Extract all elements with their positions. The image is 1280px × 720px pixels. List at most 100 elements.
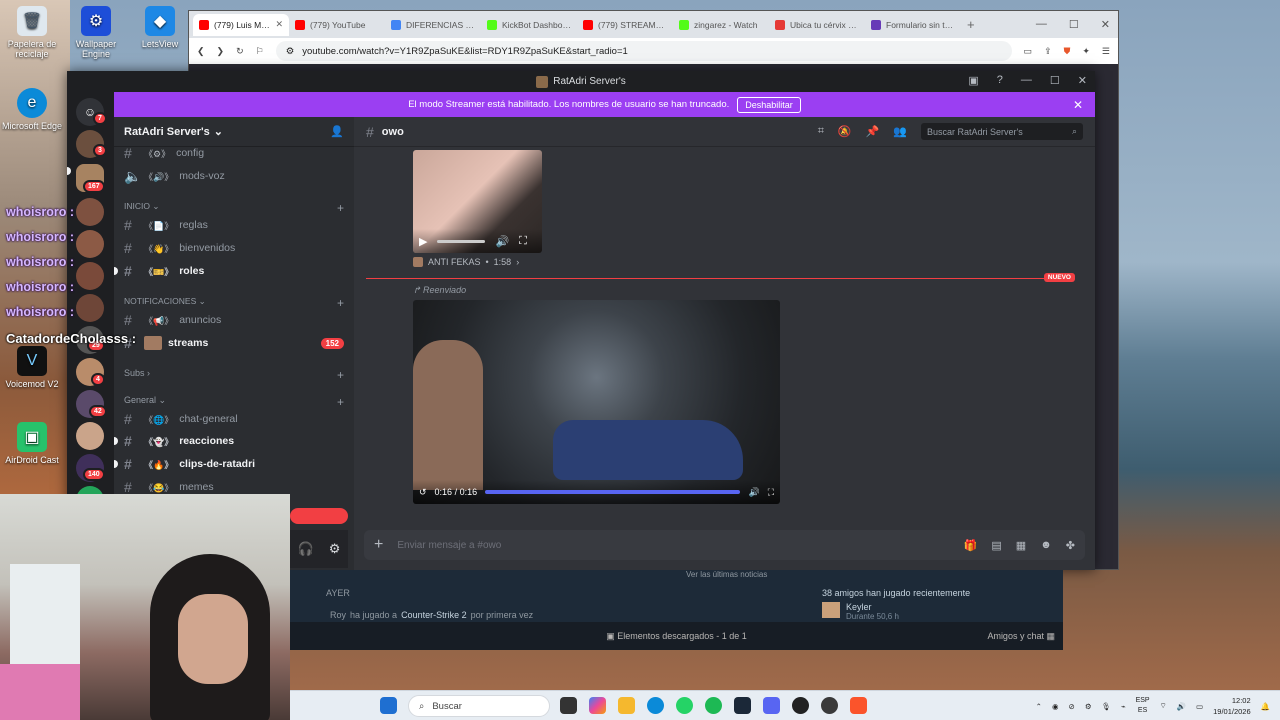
volume-icon[interactable]: 🔊 — [495, 235, 509, 248]
minimize-icon[interactable]: — — [1021, 74, 1032, 87]
emoji-icon[interactable]: ☻ — [1040, 539, 1052, 552]
gif-icon[interactable]: ▤ — [991, 539, 1001, 552]
video-embed-1[interactable]: ▶ 🔊 ⛶ — [413, 150, 542, 253]
video-embed-2[interactable]: ↺ 0:16 / 0:16 🔊 ⛶ — [413, 300, 780, 504]
desktop-icon-airdroid[interactable]: ▣ AirDroid Cast — [0, 422, 64, 465]
add-channel-icon[interactable]: + — [337, 368, 344, 382]
brave-shield-icon[interactable]: ⛊ — [1064, 46, 1071, 57]
friend-row[interactable]: Keyler Durante 50,6 h — [822, 602, 899, 621]
copilot-icon[interactable] — [589, 697, 606, 714]
tab-zingarez[interactable]: zingarez - Watch — [673, 14, 769, 36]
message-composer[interactable]: + Enviar mensaje a #owo 🎁 ▤ ▦ ☻ ✤ — [364, 530, 1085, 560]
threads-icon[interactable]: ⌗ — [818, 125, 824, 138]
discord-icon[interactable] — [763, 697, 780, 714]
wifi-icon[interactable]: ⌔ — [1160, 701, 1167, 711]
progress-bar[interactable] — [437, 239, 486, 243]
tray-app-icon[interactable]: ◉ — [1052, 702, 1059, 711]
desktop-icon-letsview[interactable]: ◆ LetsView — [128, 6, 192, 49]
start-icon[interactable] — [380, 697, 397, 714]
channel-reglas[interactable]: # 《📄》 reglas — [124, 215, 344, 235]
add-channel-icon[interactable]: + — [337, 395, 344, 409]
menu-icon[interactable]: ☰ — [1102, 46, 1110, 57]
headphones-icon[interactable]: 🎧 — [298, 541, 314, 557]
category-inicio[interactable]: INICIO ⌄ + — [124, 201, 344, 215]
tray-app-icon[interactable]: ⊘ — [1069, 702, 1075, 711]
tab-youtube[interactable]: (779) YouTube — [289, 14, 385, 36]
news-link[interactable]: Ver las últimas noticias — [686, 570, 767, 579]
settings-gear-icon[interactable]: ⚙ — [329, 541, 341, 557]
tab-diferencias[interactable]: DIFERENCIAS ENT... — [385, 14, 481, 36]
task-view-icon[interactable] — [560, 697, 577, 714]
guild-avatar[interactable] — [76, 294, 104, 322]
maximize-icon[interactable]: ☐ — [1050, 74, 1060, 87]
language-indicator[interactable]: ESP ES — [1136, 696, 1150, 716]
play-icon[interactable]: ▶ — [419, 235, 427, 248]
guild-avatar[interactable] — [76, 198, 104, 226]
help-icon[interactable]: ? — [997, 74, 1003, 87]
screenshot-icon[interactable]: ▭ — [1024, 46, 1033, 57]
url-field[interactable]: ⚙ youtube.com/watch?v=Y1R9ZpaSuKE&list=RD… — [275, 41, 1012, 61]
downloads-bar[interactable]: ▣ Elementos descargados - 1 de 1 — [290, 622, 1063, 650]
attach-plus-icon[interactable]: + — [374, 536, 383, 554]
desktop-icon-recycle-bin[interactable]: 🗑 Papelera de reciclaje — [0, 6, 64, 59]
sticker-icon[interactable]: ▦ — [1016, 539, 1026, 552]
new-tab-button[interactable]: + — [967, 17, 975, 32]
add-channel-icon[interactable]: + — [337, 296, 344, 310]
brave-icon[interactable] — [850, 697, 867, 714]
battery-icon[interactable]: ▭ — [1196, 702, 1203, 711]
obs-icon[interactable] — [792, 697, 809, 714]
guild-avatar[interactable] — [76, 422, 104, 450]
fullscreen-icon[interactable]: ⛶ — [768, 487, 774, 498]
progress-bar[interactable] — [485, 490, 741, 494]
steam-icon[interactable] — [734, 697, 751, 714]
channel-streams[interactable]: # streams 152 — [124, 333, 344, 353]
tab-youtube-luis[interactable]: (779) Luis Mig... ✕ — [193, 13, 289, 36]
tray-app-icon[interactable]: ⌁ — [1121, 702, 1126, 711]
bookmark-icon[interactable]: ⚐ — [256, 46, 264, 57]
desktop-icon-edge[interactable]: e Microsoft Edge — [0, 88, 64, 131]
channel-roles[interactable]: # 《🎫》 roles — [124, 261, 344, 281]
channel-clips-de-ratadri[interactable]: # 《🔥》 clips-de-ratadri — [124, 454, 344, 474]
apps-icon[interactable]: ✤ — [1066, 539, 1075, 552]
close-icon[interactable]: ✕ — [1101, 18, 1110, 31]
forward-icon[interactable]: ❯ — [217, 46, 225, 57]
channel-chat-general[interactable]: # 《🌐》 chat-general — [124, 409, 344, 429]
channel-bienvenidos[interactable]: # 《👋》 bienvenidos — [124, 238, 344, 258]
guild-avatar[interactable] — [76, 262, 104, 290]
edge-icon[interactable] — [647, 697, 664, 714]
tab-kickbot[interactable]: KickBot Dashboar... — [481, 14, 577, 36]
desktop-icon-voicemod[interactable]: V Voicemod V2 — [0, 346, 64, 389]
channel-mods-voz[interactable]: 🔈 《🔊》 mods-voz — [124, 166, 344, 186]
clock[interactable]: 12:02 19/01/2026 — [1213, 695, 1251, 717]
tray-app-icon[interactable]: ⚙ — [1085, 702, 1092, 711]
disable-streamer-button[interactable]: Deshabilitar — [737, 96, 801, 113]
close-icon[interactable]: ✕ — [275, 19, 283, 30]
members-icon[interactable]: 👥 — [893, 125, 907, 138]
mute-bell-icon[interactable]: 🔕 — [838, 125, 852, 138]
tab-streamers[interactable]: (779) STREAMERS... — [577, 14, 673, 36]
replay-icon[interactable]: ↺ — [419, 487, 427, 498]
close-icon[interactable]: ✕ — [1073, 98, 1083, 112]
channel-config[interactable]: # 《⚙》 config — [124, 143, 344, 163]
tab-cervix[interactable]: Ubica tu cérvix e... — [769, 14, 865, 36]
volume-icon[interactable]: 🔊 — [1177, 702, 1186, 711]
fullscreen-icon[interactable]: ⛶ — [519, 235, 527, 248]
inbox-icon[interactable]: ▣ — [968, 74, 978, 87]
desktop-icon-wallpaper-engine[interactable]: ⚙ Wallpaper Engine — [64, 6, 128, 59]
reload-icon[interactable]: ↻ — [236, 46, 244, 57]
volume-icon[interactable]: 🔊 — [748, 487, 759, 498]
add-channel-icon[interactable]: + — [337, 201, 344, 215]
category-notificaciones[interactable]: NOTIFICACIONES ⌄ + — [124, 296, 344, 310]
extensions-icon[interactable]: ✦ — [1082, 46, 1090, 57]
guild-avatar[interactable] — [76, 230, 104, 258]
friends-chat-button[interactable]: Amigos y chat ▦ — [987, 631, 1055, 642]
activity-game[interactable]: Counter-Strike 2 — [401, 610, 467, 620]
spotify-icon[interactable] — [705, 697, 722, 714]
whatsapp-icon[interactable] — [676, 697, 693, 714]
chevron-up-icon[interactable]: ⌃ — [1036, 702, 1042, 711]
category-general[interactable]: General ⌄ + — [124, 395, 344, 409]
taskbar-search[interactable]: ⌕ Buscar — [408, 695, 550, 717]
minimize-icon[interactable]: — — [1036, 18, 1047, 31]
file-explorer-icon[interactable] — [618, 697, 635, 714]
maximize-icon[interactable]: ☐ — [1069, 18, 1079, 31]
